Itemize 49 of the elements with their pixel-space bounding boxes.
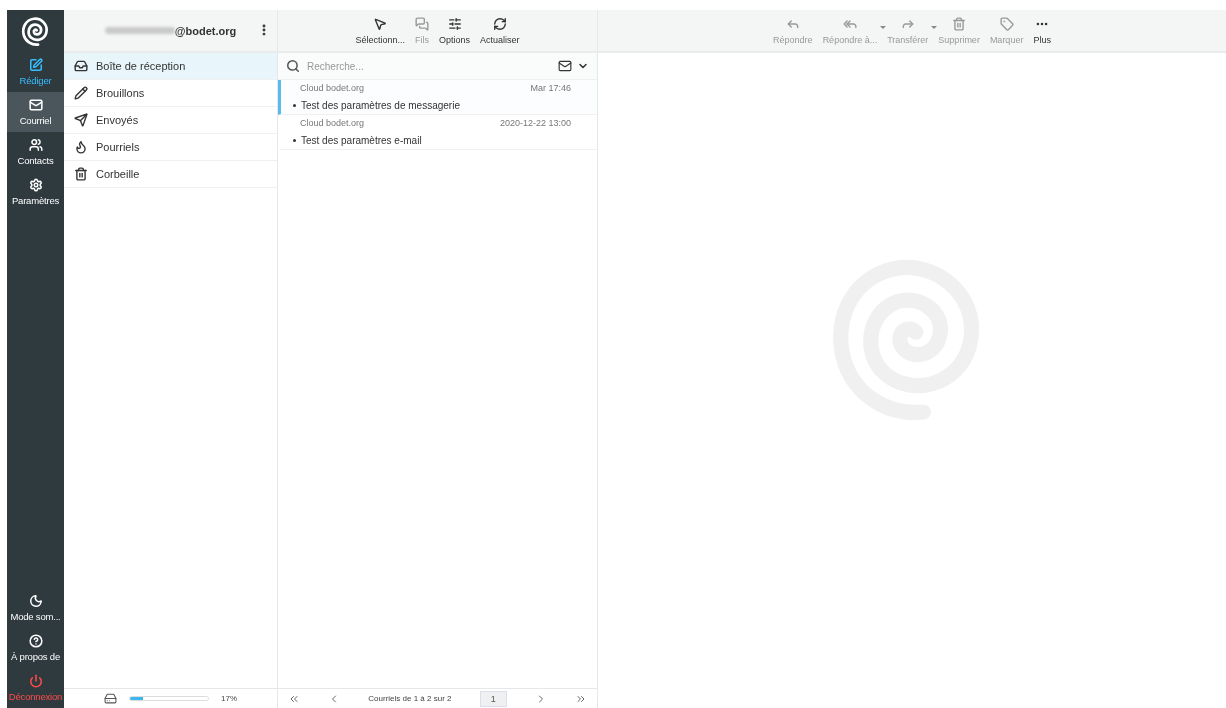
drive-icon [104,692,117,705]
message-subject: Test des paramètres e-mail [293,135,571,146]
question-icon [28,634,43,648]
sliders-icon [447,17,462,31]
nav-item[interactable]: Mode som... [7,588,64,628]
nav-item[interactable]: Contacts [7,132,64,172]
folder-item[interactable]: Boîte de réception [64,53,277,80]
forward-icon [900,17,915,31]
power-icon [28,674,43,688]
moon-icon [28,594,43,608]
search-bar[interactable]: Recherche... [278,53,597,80]
message-date: Mar 17:46 [530,83,571,93]
compose-icon [28,58,43,72]
nav-item[interactable]: Courriel [7,92,64,132]
toolbar-button[interactable]: Actualiser [479,17,521,45]
nav-item[interactable]: Paramètres [7,172,64,212]
nav-item[interactable]: Rédiger [7,52,64,92]
toolbar-button[interactable]: Options [438,17,471,45]
settings-icon [28,178,43,192]
pencil-icon [74,86,88,100]
speech-bubbles-icon [415,17,429,31]
envelope-icon [28,98,43,112]
trash-icon [952,17,967,31]
flame-icon [74,140,88,154]
toolbar-button[interactable]: Plus [1032,17,1052,45]
trash-icon [74,167,88,181]
cursor-icon [373,17,388,31]
account-name: @bodet.org [174,24,237,37]
redacted-text [104,27,175,34]
reply-icon [785,17,800,31]
message-sender: Cloud bodet.org [300,83,365,93]
envelope-icon[interactable] [558,59,572,73]
people-icon [28,138,43,152]
message-subject: Test des paramètres de messagerie [293,100,571,111]
search-field[interactable]: Recherche... [305,59,553,73]
paper-plane-icon [74,113,88,127]
toolbar-button[interactable]: Sélectionn... [354,17,406,45]
tag-icon [999,17,1014,31]
quota-percent: 17% [221,694,237,703]
page-number-field[interactable]: 1 [479,690,507,707]
pager-text: Courriels de 1 à 2 sur 2 [368,694,452,703]
refresh-icon [492,17,507,31]
nav-item[interactable]: À propos de [7,628,64,668]
message-sender: Cloud bodet.org [300,118,365,128]
message-item[interactable]: Cloud bodet.org Mar 17:46 Test des paramètres de messagerie [278,80,597,115]
search-icon [286,59,300,73]
nav-item[interactable]: Déconnexion [7,668,64,708]
message-date: 2020-12-22 13:00 [499,118,571,128]
inbox-icon [74,59,88,73]
